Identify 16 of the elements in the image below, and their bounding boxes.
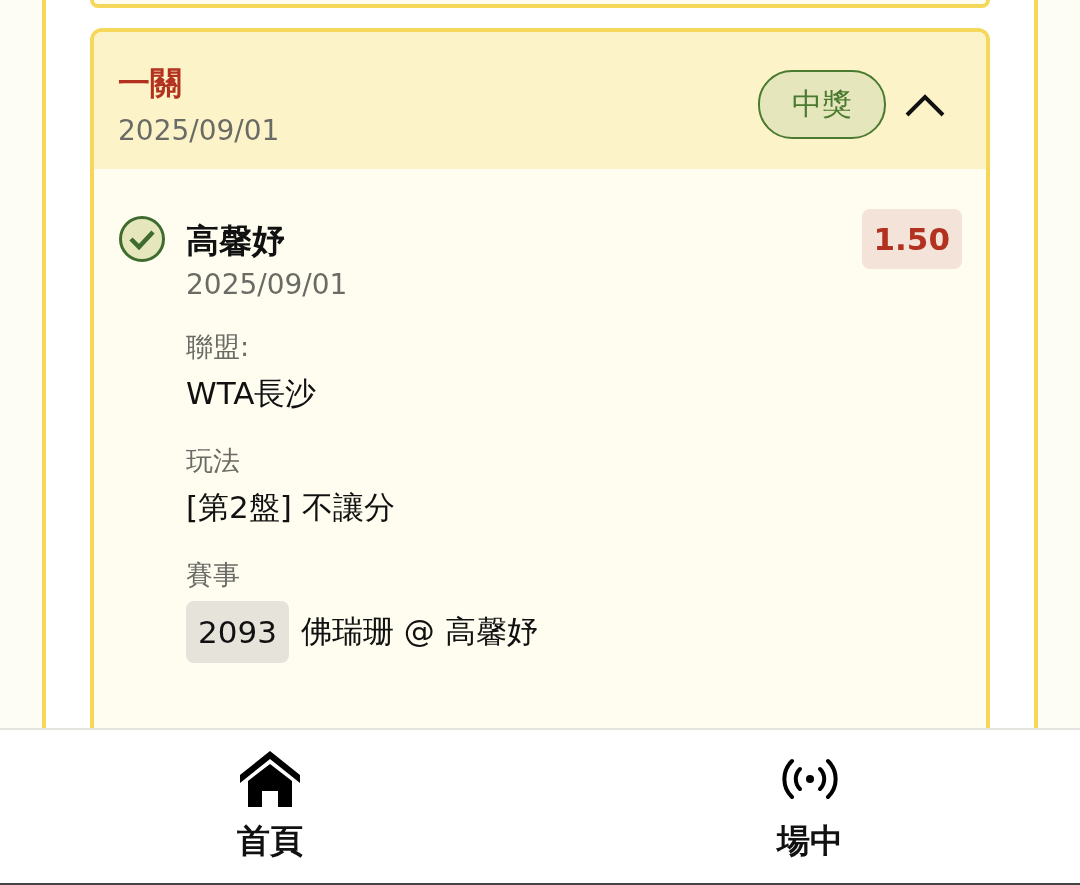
selection-date: 2025/09/01 bbox=[186, 268, 349, 301]
field-value: [第2盤] 不讓分 bbox=[186, 488, 396, 527]
bet-type: 一關 bbox=[118, 63, 183, 104]
status-badge: 中獎 bbox=[758, 70, 886, 139]
home-icon bbox=[238, 749, 302, 809]
nav-tab[interactable]: 場中 bbox=[540, 730, 1080, 883]
odds-badge: 1.50 bbox=[861, 209, 962, 269]
field-label: 聯盟: bbox=[186, 330, 251, 364]
match-code: 2093 bbox=[186, 601, 289, 663]
field-label: 玩法 bbox=[186, 444, 241, 478]
field-label: 賽事 bbox=[186, 558, 241, 592]
selection-name: 高馨妤 bbox=[186, 220, 286, 262]
field-value: WTA長沙 bbox=[186, 374, 318, 413]
field-value: 佛瑞珊 @ 高馨妤 bbox=[300, 612, 538, 651]
bet-date: 2025/09/01 bbox=[118, 114, 281, 147]
nav-tab[interactable]: 首頁 bbox=[0, 730, 540, 883]
